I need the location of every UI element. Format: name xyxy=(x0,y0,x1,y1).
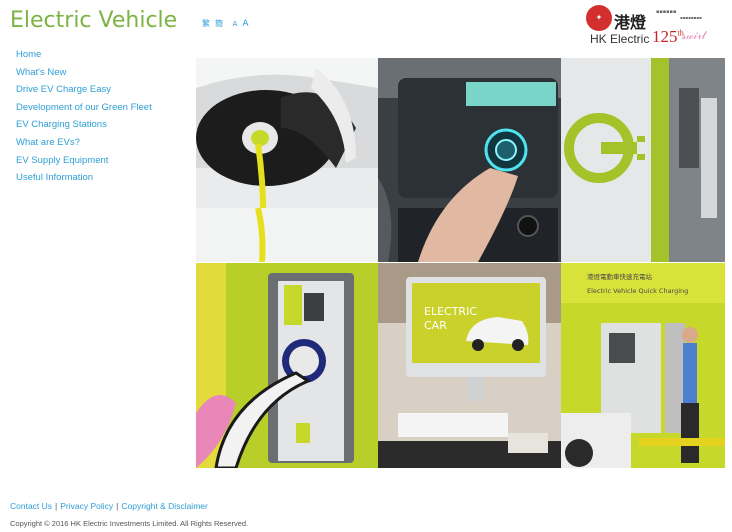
poster-title-zh: 港燈電動車快速充電站 xyxy=(587,272,653,281)
photo-charging-plug xyxy=(196,58,378,262)
anniversary-125: 125th xyxy=(652,27,684,46)
photo-quick-charging-station: 港燈電動車快速充電站 Electric Vehicle Quick Chargi… xyxy=(561,263,725,468)
hk-electric-seal-icon: ✦ xyxy=(586,5,612,31)
logo-tagline-en: ▪▪▪▪▪▪▪▪ xyxy=(680,15,702,20)
privacy-policy-link[interactable]: Privacy Policy xyxy=(60,501,113,511)
font-size-large-button[interactable]: A xyxy=(242,19,250,29)
poster-title-en: Electric Vehicle Quick Charging xyxy=(587,287,688,295)
page-title: Electric Vehicle xyxy=(10,8,178,33)
lang-traditional-link[interactable]: 繁 xyxy=(202,19,212,28)
hk-electric-logo[interactable]: ✦ 港燈 HK Electric ▪▪▪▪▪▪ ▪▪▪▪▪▪▪▪ 125th 𝓈… xyxy=(586,5,726,49)
lang-simplified-link[interactable]: 簡 xyxy=(215,19,225,28)
nav-item-supply-equipment[interactable]: EV Supply Equipment xyxy=(16,152,152,170)
footer-divider: | xyxy=(116,501,119,511)
screen-text-electric: ELECTRIC xyxy=(424,305,477,318)
photo-ev-charger-sign xyxy=(561,58,725,262)
nav-item-charging-stations[interactable]: EV Charging Stations xyxy=(16,116,152,134)
copyright-disclaimer-link[interactable]: Copyright & Disclaimer xyxy=(121,501,207,511)
anniversary-signature: 𝓈𝓌𝒾𝓇𝓁 xyxy=(682,29,706,42)
footer-links: Contact Us | Privacy Policy | Copyright & Di… xyxy=(10,501,208,511)
photo-imac-electric-car: ELECTRIC CAR xyxy=(378,263,561,468)
nav-item-whats-new[interactable]: What's New xyxy=(16,64,152,82)
sidebar-nav: Home What's New Drive EV Charge Easy Dev… xyxy=(16,46,152,187)
nav-item-green-fleet[interactable]: Development of our Green Fleet xyxy=(16,99,152,117)
footer-divider: | xyxy=(55,501,58,511)
logo-name-zh: 港燈 xyxy=(614,13,647,32)
nav-item-useful-information[interactable]: Useful Information xyxy=(16,169,152,187)
nav-item-home[interactable]: Home xyxy=(16,46,152,64)
language-font-controls: 繁簡 AA xyxy=(202,18,254,29)
screen-text-car: CAR xyxy=(424,319,447,332)
photo-t2-charging-point xyxy=(196,263,378,468)
logo-tagline-zh: ▪▪▪▪▪▪ xyxy=(656,9,677,15)
nav-item-what-are-evs[interactable]: What are EVs? xyxy=(16,134,152,152)
photo-gallery: ELECTRIC CAR 港燈電動車快速充電站 Electric Vehicle… xyxy=(196,58,725,468)
font-size-small-button[interactable]: A xyxy=(233,20,240,28)
copyright-notice: Copyright © 2016 HK Electric Investments… xyxy=(10,519,249,528)
contact-us-link[interactable]: Contact Us xyxy=(10,501,52,511)
logo-name-en: HK Electric xyxy=(590,32,650,46)
photo-dashboard-touchscreen xyxy=(378,58,561,262)
nav-item-drive-ev-charge-easy[interactable]: Drive EV Charge Easy xyxy=(16,81,152,99)
